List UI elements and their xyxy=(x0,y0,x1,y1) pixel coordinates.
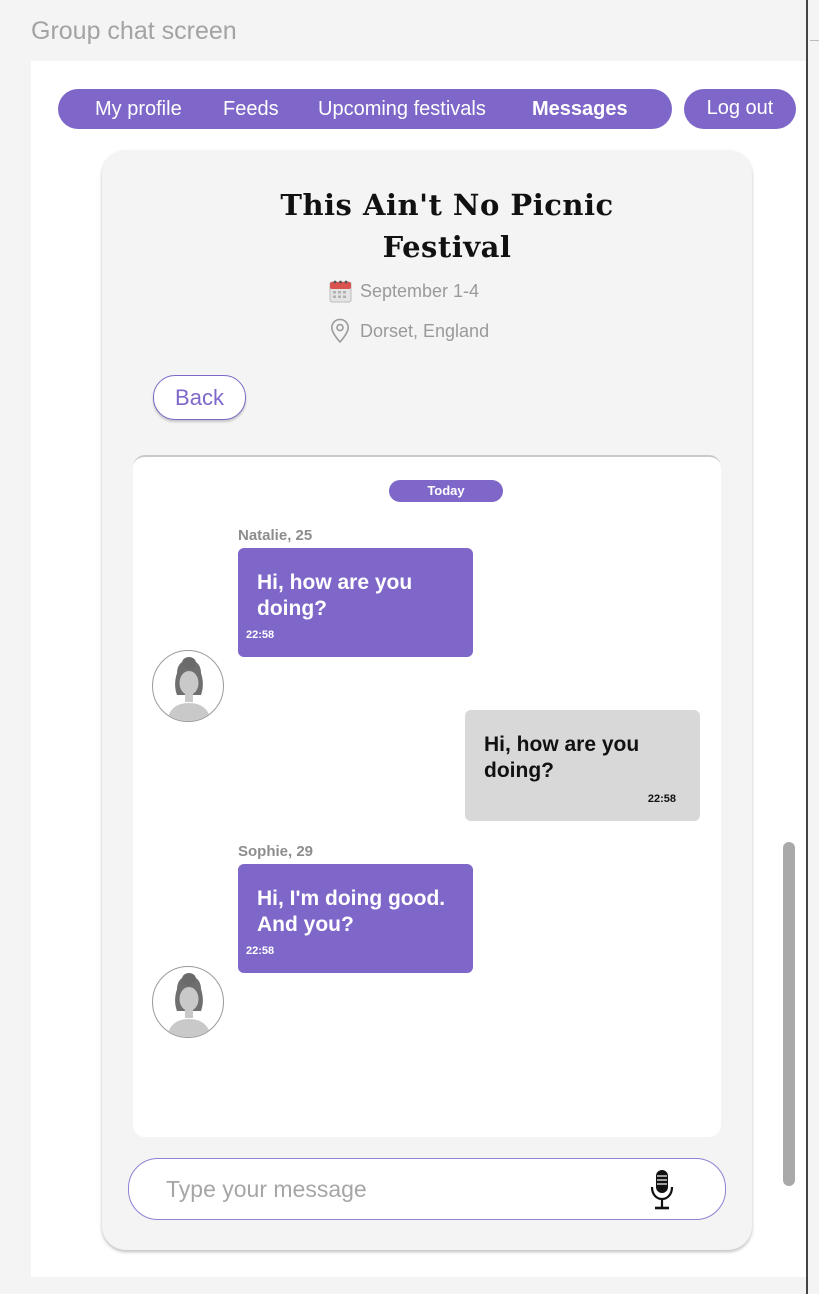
back-button[interactable]: Back xyxy=(153,375,246,420)
microphone-icon[interactable] xyxy=(649,1169,675,1211)
festival-title-line-1: This Ain't No Picnic xyxy=(280,188,614,222)
day-separator-badge: Today xyxy=(389,480,503,502)
festival-date: September 1-4 xyxy=(360,280,480,301)
incoming-message-bubble: Hi, I'm doing good. And you? 22:58 xyxy=(238,864,473,973)
festival-title: This Ain't No Picnic Festival xyxy=(102,184,792,268)
message-composer xyxy=(128,1158,726,1220)
message-sender-name: Natalie, 25 xyxy=(238,527,313,544)
message-text: Hi, I'm doing good. And you? xyxy=(257,887,446,936)
nav-feeds[interactable]: Feeds xyxy=(223,89,279,129)
avatar[interactable] xyxy=(152,650,224,722)
message-time: 22:58 xyxy=(246,629,275,641)
calendar-icon xyxy=(328,278,352,304)
incoming-message-bubble: Hi, how are you doing? 22:58 xyxy=(238,548,473,657)
main-navbar: My profile Feeds Upcoming festivals Mess… xyxy=(58,89,672,129)
message-text: Hi, how are you doing? xyxy=(257,571,413,620)
nav-upcoming-festivals[interactable]: Upcoming festivals xyxy=(318,89,486,129)
page-scrollbar[interactable] xyxy=(783,842,795,1186)
outgoing-message-bubble: Hi, how are you doing? 22:58 xyxy=(465,710,700,821)
page-caption: Group chat screen xyxy=(31,17,237,45)
window-edge-tick xyxy=(810,40,819,41)
festival-location: Dorset, England xyxy=(360,320,490,341)
logout-button[interactable]: Log out xyxy=(684,89,796,129)
window-edge xyxy=(806,0,808,1294)
nav-my-profile[interactable]: My profile xyxy=(95,89,182,129)
message-time: 22:58 xyxy=(647,793,676,805)
festival-location-row: Dorset, England xyxy=(328,318,489,344)
avatar[interactable] xyxy=(152,966,224,1038)
message-time: 22:58 xyxy=(246,945,275,957)
festival-title-line-2: Festival xyxy=(382,230,512,264)
message-sender-name: Sophie, 29 xyxy=(238,843,314,860)
message-input[interactable] xyxy=(166,1159,636,1219)
nav-messages[interactable]: Messages xyxy=(532,89,628,129)
message-text: Hi, how are you doing? xyxy=(484,733,640,782)
location-pin-icon xyxy=(328,318,352,344)
festival-date-row: September 1-4 xyxy=(328,278,479,304)
